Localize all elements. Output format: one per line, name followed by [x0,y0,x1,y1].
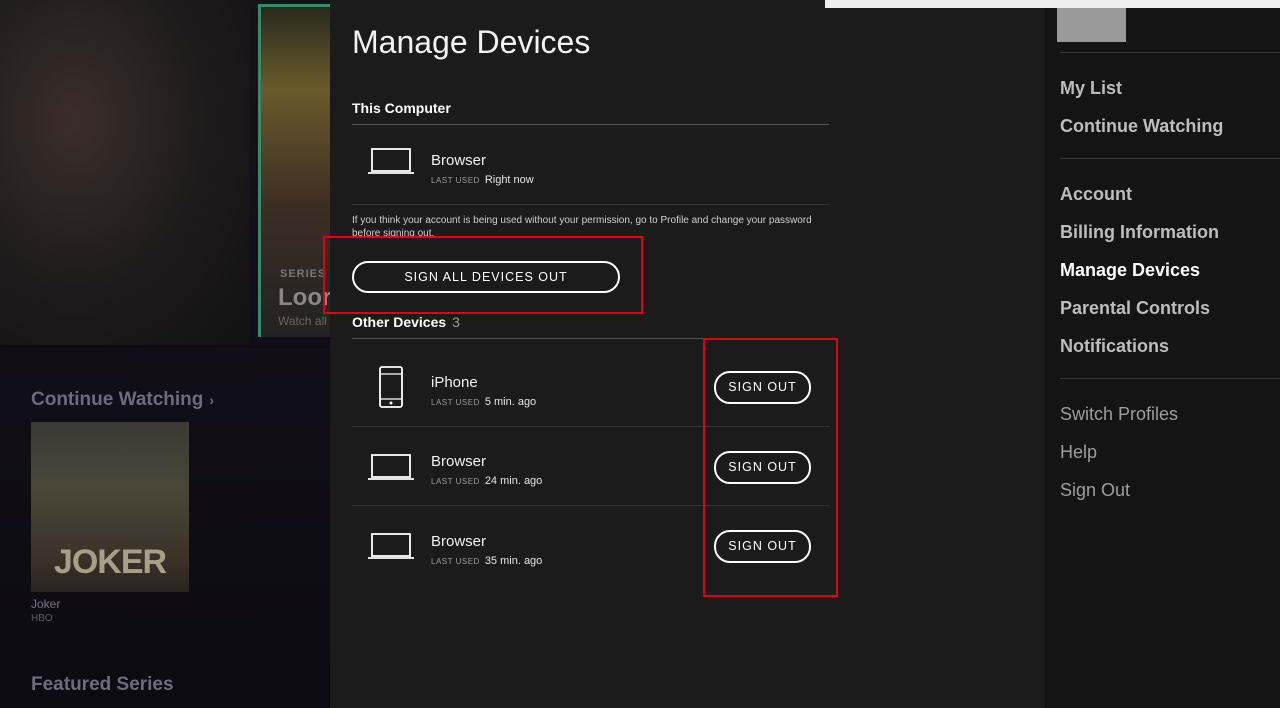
sidebar-item-switch-profiles[interactable]: Switch Profiles [1060,404,1178,425]
laptop-icon [368,148,414,174]
series-tag: SERIES [280,268,327,280]
manage-devices-panel: Manage Devices This Computer Browser LAS… [323,0,1045,708]
page-title: Manage Devices [352,24,591,60]
sidebar-item-help[interactable]: Help [1060,442,1097,463]
sidebar-item-parental-controls[interactable]: Parental Controls [1060,298,1210,319]
device-last-used: LAST USED 35 min. ago [431,555,542,567]
other-devices-label: Other Devices [352,314,447,330]
poster-logo-text: JOKER [53,543,167,581]
sidebar-item-continue-watching[interactable]: Continue Watching [1060,116,1223,137]
sign-out-button[interactable]: SIGN OUT [714,371,811,404]
other-devices-count: 3 [452,314,460,330]
hero-image [0,0,250,345]
device-last-used: LAST USED 24 min. ago [431,475,542,487]
poster-title: Joker [31,597,61,611]
device-name: Browser [431,152,487,169]
device-last-used: LAST USED Right now [431,174,534,186]
row-divider [352,204,829,205]
other-devices-heading: Other Devices 3 [352,314,460,330]
last-used-label: LAST USED [431,398,480,407]
device-name: iPhone [431,374,478,391]
last-used-value: 5 min. ago [484,396,537,408]
last-used-label: LAST USED [431,557,480,566]
device-row-browser-1: Browser LAST USED 24 min. ago SIGN OUT [352,427,829,505]
last-used-label: LAST USED [431,176,480,185]
joker-poster[interactable]: JOKER [31,422,189,592]
security-warning: If you think your account is being used … [352,215,812,239]
last-used-value: Right now [484,174,534,186]
laptop-icon [368,533,414,559]
device-row-this-computer: Browser LAST USED Right now [352,127,829,205]
this-computer-heading: This Computer [352,100,451,116]
avatar[interactable] [1057,8,1126,42]
section-divider [352,124,829,125]
device-name: Browser [431,533,487,550]
top-bar [825,0,1280,8]
device-row-browser-2: Browser LAST USED 35 min. ago SIGN OUT [352,506,829,584]
last-used-label: LAST USED [431,477,480,486]
device-name: Browser [431,453,487,470]
chevron-right-icon: › [209,392,215,408]
device-row-iphone: iPhone LAST USED 5 min. ago SIGN OUT [352,348,829,426]
sidebar-item-account[interactable]: Account [1060,184,1132,205]
sidebar-divider [1060,52,1280,53]
sidebar-item-my-list[interactable]: My List [1060,78,1122,99]
last-used-value: 35 min. ago [484,555,543,567]
poster-network: HBO [31,613,53,624]
sidebar-divider [1060,378,1280,379]
sign-out-button[interactable]: SIGN OUT [714,530,811,563]
featured-series-heading[interactable]: Featured Series [31,674,174,696]
sidebar-item-manage-devices[interactable]: Manage Devices [1060,260,1200,281]
sign-out-button[interactable]: SIGN OUT [714,451,811,484]
last-used-value: 24 min. ago [484,475,543,487]
sidebar-item-sign-out[interactable]: Sign Out [1060,480,1130,501]
sign-all-devices-out-button[interactable]: SIGN ALL DEVICES OUT [352,261,620,293]
series-subtitle: Watch all [278,314,327,328]
section-divider [352,338,829,339]
series-title: Loor [278,284,332,311]
sidebar-item-notifications[interactable]: Notifications [1060,336,1169,357]
sidebar-item-billing-information[interactable]: Billing Information [1060,222,1219,243]
phone-icon [379,366,403,408]
hero-divider [0,345,330,348]
laptop-icon [368,454,414,480]
continue-watching-label: Continue Watching [31,389,204,410]
device-last-used: LAST USED 5 min. ago [431,396,536,408]
sidebar-divider [1060,158,1280,159]
continue-watching-heading[interactable]: Continue Watching › [31,389,214,411]
